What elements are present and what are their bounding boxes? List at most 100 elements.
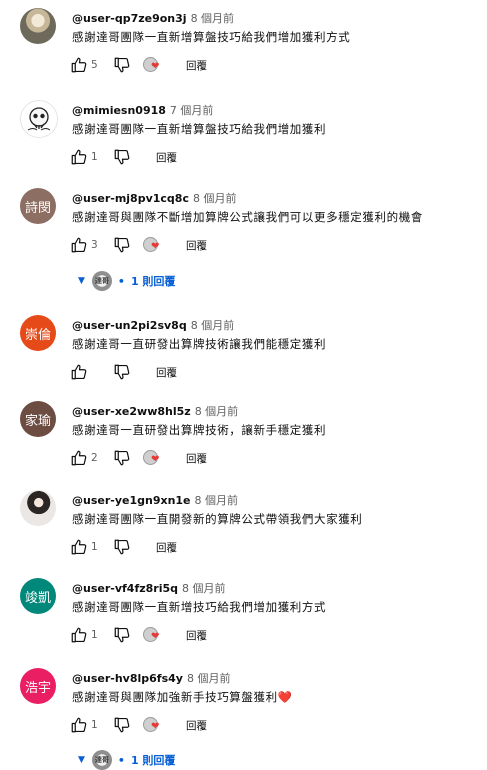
- separator-dot: •: [117, 753, 125, 767]
- like-count: 1: [91, 719, 98, 731]
- replies-count: 1 則回覆: [130, 275, 176, 288]
- comment-actions: 5 ❤ 回覆: [70, 55, 207, 75]
- dislike-icon[interactable]: [113, 236, 131, 254]
- like-count: 1: [91, 541, 98, 553]
- creator-heart-badge: ❤: [143, 626, 161, 644]
- reply-button[interactable]: 回覆: [156, 150, 177, 165]
- comment-text: 感謝達哥團隊一直新增技巧給我們增加獲利方式: [72, 600, 327, 614]
- comment-text: 感謝達哥團隊一直開發新的算牌公式帶領我們大家獲利: [72, 512, 363, 526]
- comment-timestamp[interactable]: 8 個月前: [187, 672, 231, 685]
- chevron-down-icon: ▼: [78, 755, 85, 765]
- avatar[interactable]: 竣凱: [20, 578, 56, 614]
- comment-username[interactable]: @user-hv8lp6fs4y: [72, 672, 183, 685]
- reply-button[interactable]: 回覆: [186, 58, 207, 73]
- comment-header: @user-un2pi2sv8q 8 個月前: [72, 317, 234, 333]
- comment-actions: 1 回覆: [70, 537, 177, 557]
- creator-heart-badge: ❤: [143, 236, 161, 254]
- comment-timestamp[interactable]: 8 個月前: [191, 12, 235, 25]
- avatar[interactable]: 崇倫: [20, 315, 56, 351]
- comment-timestamp[interactable]: 8 個月前: [182, 582, 226, 595]
- comment-timestamp[interactable]: 8 個月前: [193, 192, 237, 205]
- comment-header: @mimiesn0918 7 個月前: [72, 102, 213, 118]
- like-count: 2: [91, 452, 98, 464]
- dislike-icon[interactable]: [113, 56, 131, 74]
- reply-button[interactable]: 回覆: [186, 238, 207, 253]
- dislike-icon[interactable]: [113, 626, 131, 644]
- comment-username[interactable]: @user-ye1gn9xn1e: [72, 494, 191, 507]
- reply-button[interactable]: 回覆: [186, 451, 207, 466]
- comment-text: 感謝達哥與團隊加強新手技巧算盤獲利❤️: [72, 689, 293, 705]
- comment-header: @user-hv8lp6fs4y 8 個月前: [72, 670, 230, 686]
- reply-button[interactable]: 回覆: [186, 718, 207, 733]
- replies-count: 1 則回覆: [130, 754, 176, 767]
- comment-actions: 回覆: [70, 362, 177, 382]
- comment-actions: 1 ❤ 回覆: [70, 625, 207, 645]
- comment-username[interactable]: @user-un2pi2sv8q: [72, 319, 187, 332]
- heart-icon: ❤: [151, 454, 160, 465]
- comment-text: 感謝達哥與團隊不斷增加算牌公式讓我們可以更多穩定獲利的機會: [72, 210, 423, 224]
- like-icon[interactable]: [70, 236, 88, 254]
- creator-heart-badge: ❤: [143, 716, 161, 734]
- avatar[interactable]: [20, 100, 58, 138]
- comment-username[interactable]: @user-xe2ww8hl5z: [72, 405, 191, 418]
- dislike-icon[interactable]: [113, 716, 131, 734]
- comment-header: @user-vf4fz8ri5q 8 個月前: [72, 580, 226, 596]
- creator-heart-badge: ❤: [143, 56, 161, 74]
- dislike-icon[interactable]: [113, 363, 131, 381]
- dislike-icon[interactable]: [113, 538, 131, 556]
- like-count: 1: [91, 629, 98, 641]
- comment-timestamp[interactable]: 8 個月前: [195, 405, 239, 418]
- heart-icon: ❤: [151, 241, 160, 252]
- creator-heart-badge: ❤: [143, 449, 161, 467]
- comment-timestamp[interactable]: 7 個月前: [170, 104, 214, 117]
- like-icon[interactable]: [70, 449, 88, 467]
- view-replies-button[interactable]: ▼ 達哥 • 1 則回覆: [78, 750, 175, 770]
- like-icon[interactable]: [70, 716, 88, 734]
- comment-timestamp[interactable]: 8 個月前: [195, 494, 239, 507]
- heart-icon: ❤: [151, 631, 160, 642]
- like-icon[interactable]: [70, 148, 88, 166]
- comment-header: @user-ye1gn9xn1e 8 個月前: [72, 492, 238, 508]
- comment-text: 感謝達哥一直研發出算牌技術，讓新手穩定獲利: [72, 423, 327, 437]
- like-icon[interactable]: [70, 538, 88, 556]
- comment-actions: 1 回覆: [70, 147, 177, 167]
- comment-username[interactable]: @user-qp7ze9on3j: [72, 12, 187, 25]
- skull-icon: [27, 107, 51, 131]
- view-replies-button[interactable]: ▼ 達哥 • 1 則回覆: [78, 271, 175, 291]
- like-icon[interactable]: [70, 626, 88, 644]
- like-icon[interactable]: [70, 56, 88, 74]
- comment-actions: 2 ❤ 回覆: [70, 448, 207, 468]
- avatar[interactable]: [20, 490, 56, 526]
- like-count: 5: [91, 59, 98, 71]
- avatar[interactable]: [20, 8, 56, 44]
- reply-button[interactable]: 回覆: [186, 628, 207, 643]
- comment-header: @user-mj8pv1cq8c 8 個月前: [72, 190, 236, 206]
- like-icon[interactable]: [70, 363, 88, 381]
- heart-emoji: ❤️: [277, 690, 293, 704]
- comment-text-body: 感謝達哥與團隊加強新手技巧算盤獲利: [72, 690, 278, 704]
- comment-header: @user-xe2ww8hl5z 8 個月前: [72, 403, 238, 419]
- heart-icon: ❤: [151, 61, 160, 72]
- separator-dot: •: [117, 274, 125, 288]
- reply-button[interactable]: 回覆: [156, 540, 177, 555]
- comment-text: 感謝達哥團隊一直新增算盤技巧給我們增加獲利: [72, 122, 327, 136]
- avatar[interactable]: 詩閔: [20, 188, 56, 224]
- avatar[interactable]: 浩宇: [20, 668, 56, 704]
- reply-button[interactable]: 回覆: [156, 365, 177, 380]
- comment-actions: 3 ❤ 回覆: [70, 235, 207, 255]
- heart-icon: ❤: [151, 721, 160, 732]
- comment-text: 感謝達哥團隊一直新增算盤技巧給我們增加獲利方式: [72, 30, 351, 44]
- avatar[interactable]: 家瑜: [20, 401, 56, 437]
- like-count: 1: [91, 151, 98, 163]
- dislike-icon[interactable]: [113, 449, 131, 467]
- reply-avatar: 達哥: [91, 271, 112, 291]
- comment-username[interactable]: @user-vf4fz8ri5q: [72, 582, 178, 595]
- like-count: 3: [91, 239, 98, 251]
- comment-username[interactable]: @user-mj8pv1cq8c: [72, 192, 189, 205]
- comment-username[interactable]: @mimiesn0918: [72, 104, 166, 117]
- comment-actions: 1 ❤ 回覆: [70, 715, 207, 735]
- dislike-icon[interactable]: [113, 148, 131, 166]
- chevron-down-icon: ▼: [78, 276, 85, 286]
- comment-timestamp[interactable]: 8 個月前: [191, 319, 235, 332]
- comment-text: 感謝達哥一直研發出算牌技術讓我們能穩定獲利: [72, 337, 327, 351]
